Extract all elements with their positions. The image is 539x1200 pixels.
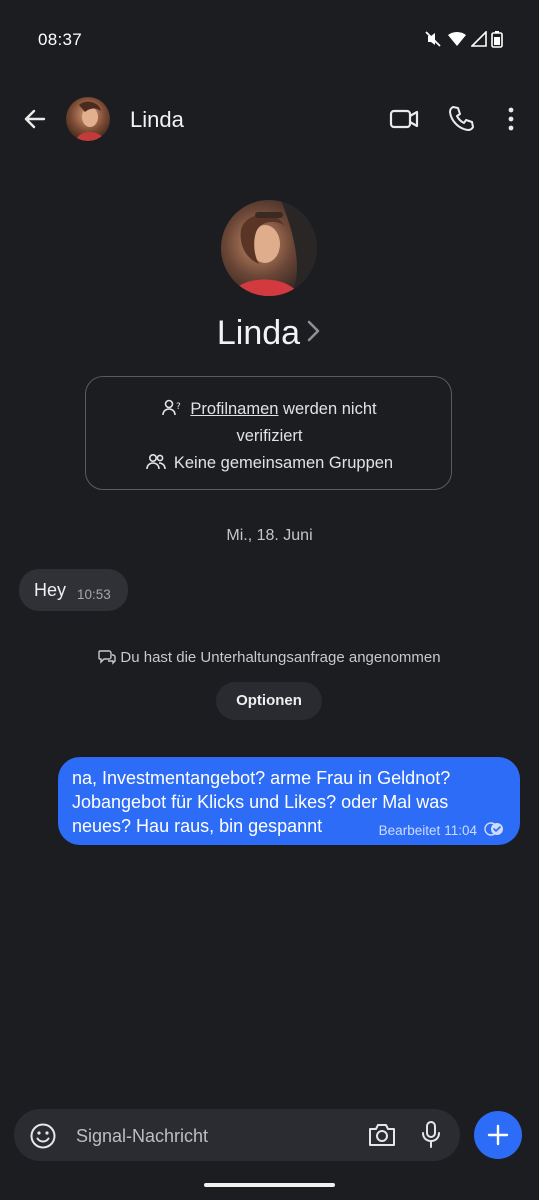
emoji-icon (30, 1123, 56, 1149)
profile-info-card: ? Profilnamen werden nicht verifiziert Kei… (85, 376, 452, 490)
date-divider: Mi., 18. Juni (226, 527, 313, 544)
status-bar: 08:37 (0, 0, 539, 80)
profile-names-notice: ? Profilnamen werden nicht verifiziert (86, 397, 453, 448)
message-time: 11:04 (444, 823, 477, 838)
contact-name-title[interactable]: Linda (130, 107, 184, 133)
group-icon (146, 453, 166, 476)
profile-names-text: werden nicht (283, 400, 377, 418)
conversation-app-bar: Linda (0, 90, 539, 150)
groups-notice: Keine gemeinsamen Gruppen (86, 453, 453, 476)
more-icon (508, 107, 514, 131)
voice-call-button[interactable] (444, 102, 478, 136)
chat-request-icon (98, 649, 117, 669)
camera-icon (369, 1124, 395, 1146)
system-message: Du hast die Unterhaltungsanfrage angenom… (0, 649, 539, 669)
back-arrow-icon (24, 109, 46, 129)
contact-profile-name[interactable]: Linda (0, 314, 539, 353)
message-text: Hey (34, 580, 67, 600)
mic-icon (422, 1121, 440, 1148)
edited-label: Bearbeitet (378, 823, 441, 838)
status-time: 08:37 (38, 30, 83, 49)
message-meta: Bearbeitet 11:04 (379, 822, 505, 839)
signal-icon (471, 31, 487, 47)
options-button[interactable]: Optionen (216, 682, 322, 720)
read-receipt-icon (483, 822, 505, 839)
home-indicator[interactable] (204, 1183, 335, 1187)
emoji-button[interactable] (29, 1122, 57, 1150)
outgoing-message-bubble[interactable]: na, Investmentangebot? arme Frau in Geld… (58, 757, 520, 845)
contact-avatar-small[interactable] (66, 97, 110, 141)
battery-icon (491, 30, 503, 48)
video-call-button[interactable] (387, 102, 421, 136)
profile-names-link[interactable]: Profilnamen (190, 400, 278, 418)
message-input[interactable] (74, 1119, 358, 1153)
incoming-message-bubble[interactable]: Hey 10:53 (19, 569, 128, 611)
profile-question-icon: ? (162, 399, 182, 424)
profile-names-text-2: verifiziert (236, 427, 303, 445)
voice-note-button[interactable] (420, 1120, 442, 1150)
plus-icon (487, 1124, 509, 1146)
mute-icon (423, 29, 443, 49)
chevron-right-icon (304, 314, 322, 353)
contact-profile-name-text: Linda (216, 314, 301, 352)
status-icons (423, 29, 503, 49)
more-options-button[interactable] (496, 102, 526, 136)
attachment-button[interactable] (474, 1111, 522, 1159)
system-message-text: Du hast die Unterhaltungsanfrage angenom… (120, 649, 441, 666)
groups-text: Keine gemeinsamen Gruppen (173, 454, 394, 472)
video-call-icon (389, 109, 419, 129)
back-button[interactable] (18, 102, 52, 136)
svg-text:?: ? (176, 402, 181, 412)
camera-button[interactable] (367, 1121, 397, 1149)
contact-avatar-large[interactable] (221, 200, 317, 296)
phone-icon (449, 106, 474, 131)
wifi-icon (447, 30, 467, 48)
message-composer (14, 1109, 460, 1161)
message-time: 10:53 (77, 587, 111, 602)
